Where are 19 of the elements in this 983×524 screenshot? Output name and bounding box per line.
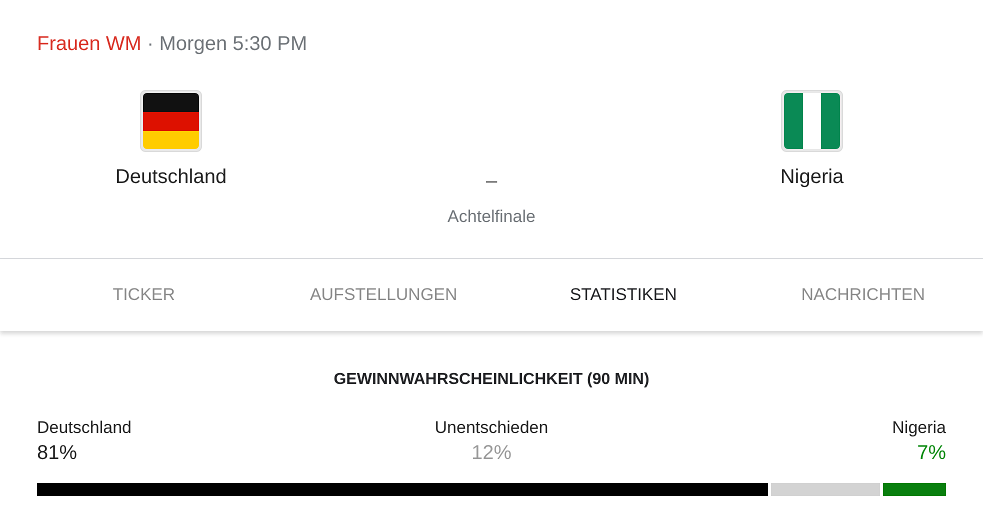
team-name: Nigeria <box>780 166 844 189</box>
outcome-label: Deutschland <box>37 418 132 438</box>
team-name: Deutschland <box>115 166 227 189</box>
outcome-percent: 7% <box>917 442 946 465</box>
tab[interactable]: STATISTIKEN <box>504 259 744 331</box>
outcome-label: Unentschieden <box>434 418 548 438</box>
tab[interactable]: NACHRICHTEN <box>743 259 983 331</box>
section-title: GEWINNWAHRSCHEINLICHKEIT (90 MIN) <box>332 371 650 389</box>
outcome-label: Nigeria <box>892 418 946 438</box>
tab[interactable]: TICKER <box>24 259 264 331</box>
flag-icon <box>140 90 202 152</box>
flag-icon <box>781 90 843 152</box>
score: – <box>486 170 498 193</box>
match-time: · Morgen 5:30 PM <box>147 33 308 55</box>
round-label: Achtelfinale <box>448 207 536 227</box>
outcome-percent: 81% <box>37 442 78 465</box>
outcome-percent: 12% <box>471 442 512 465</box>
tab[interactable]: AUFSTELLUNGEN <box>264 259 504 331</box>
competition-link[interactable]: Frauen WM <box>37 33 142 55</box>
